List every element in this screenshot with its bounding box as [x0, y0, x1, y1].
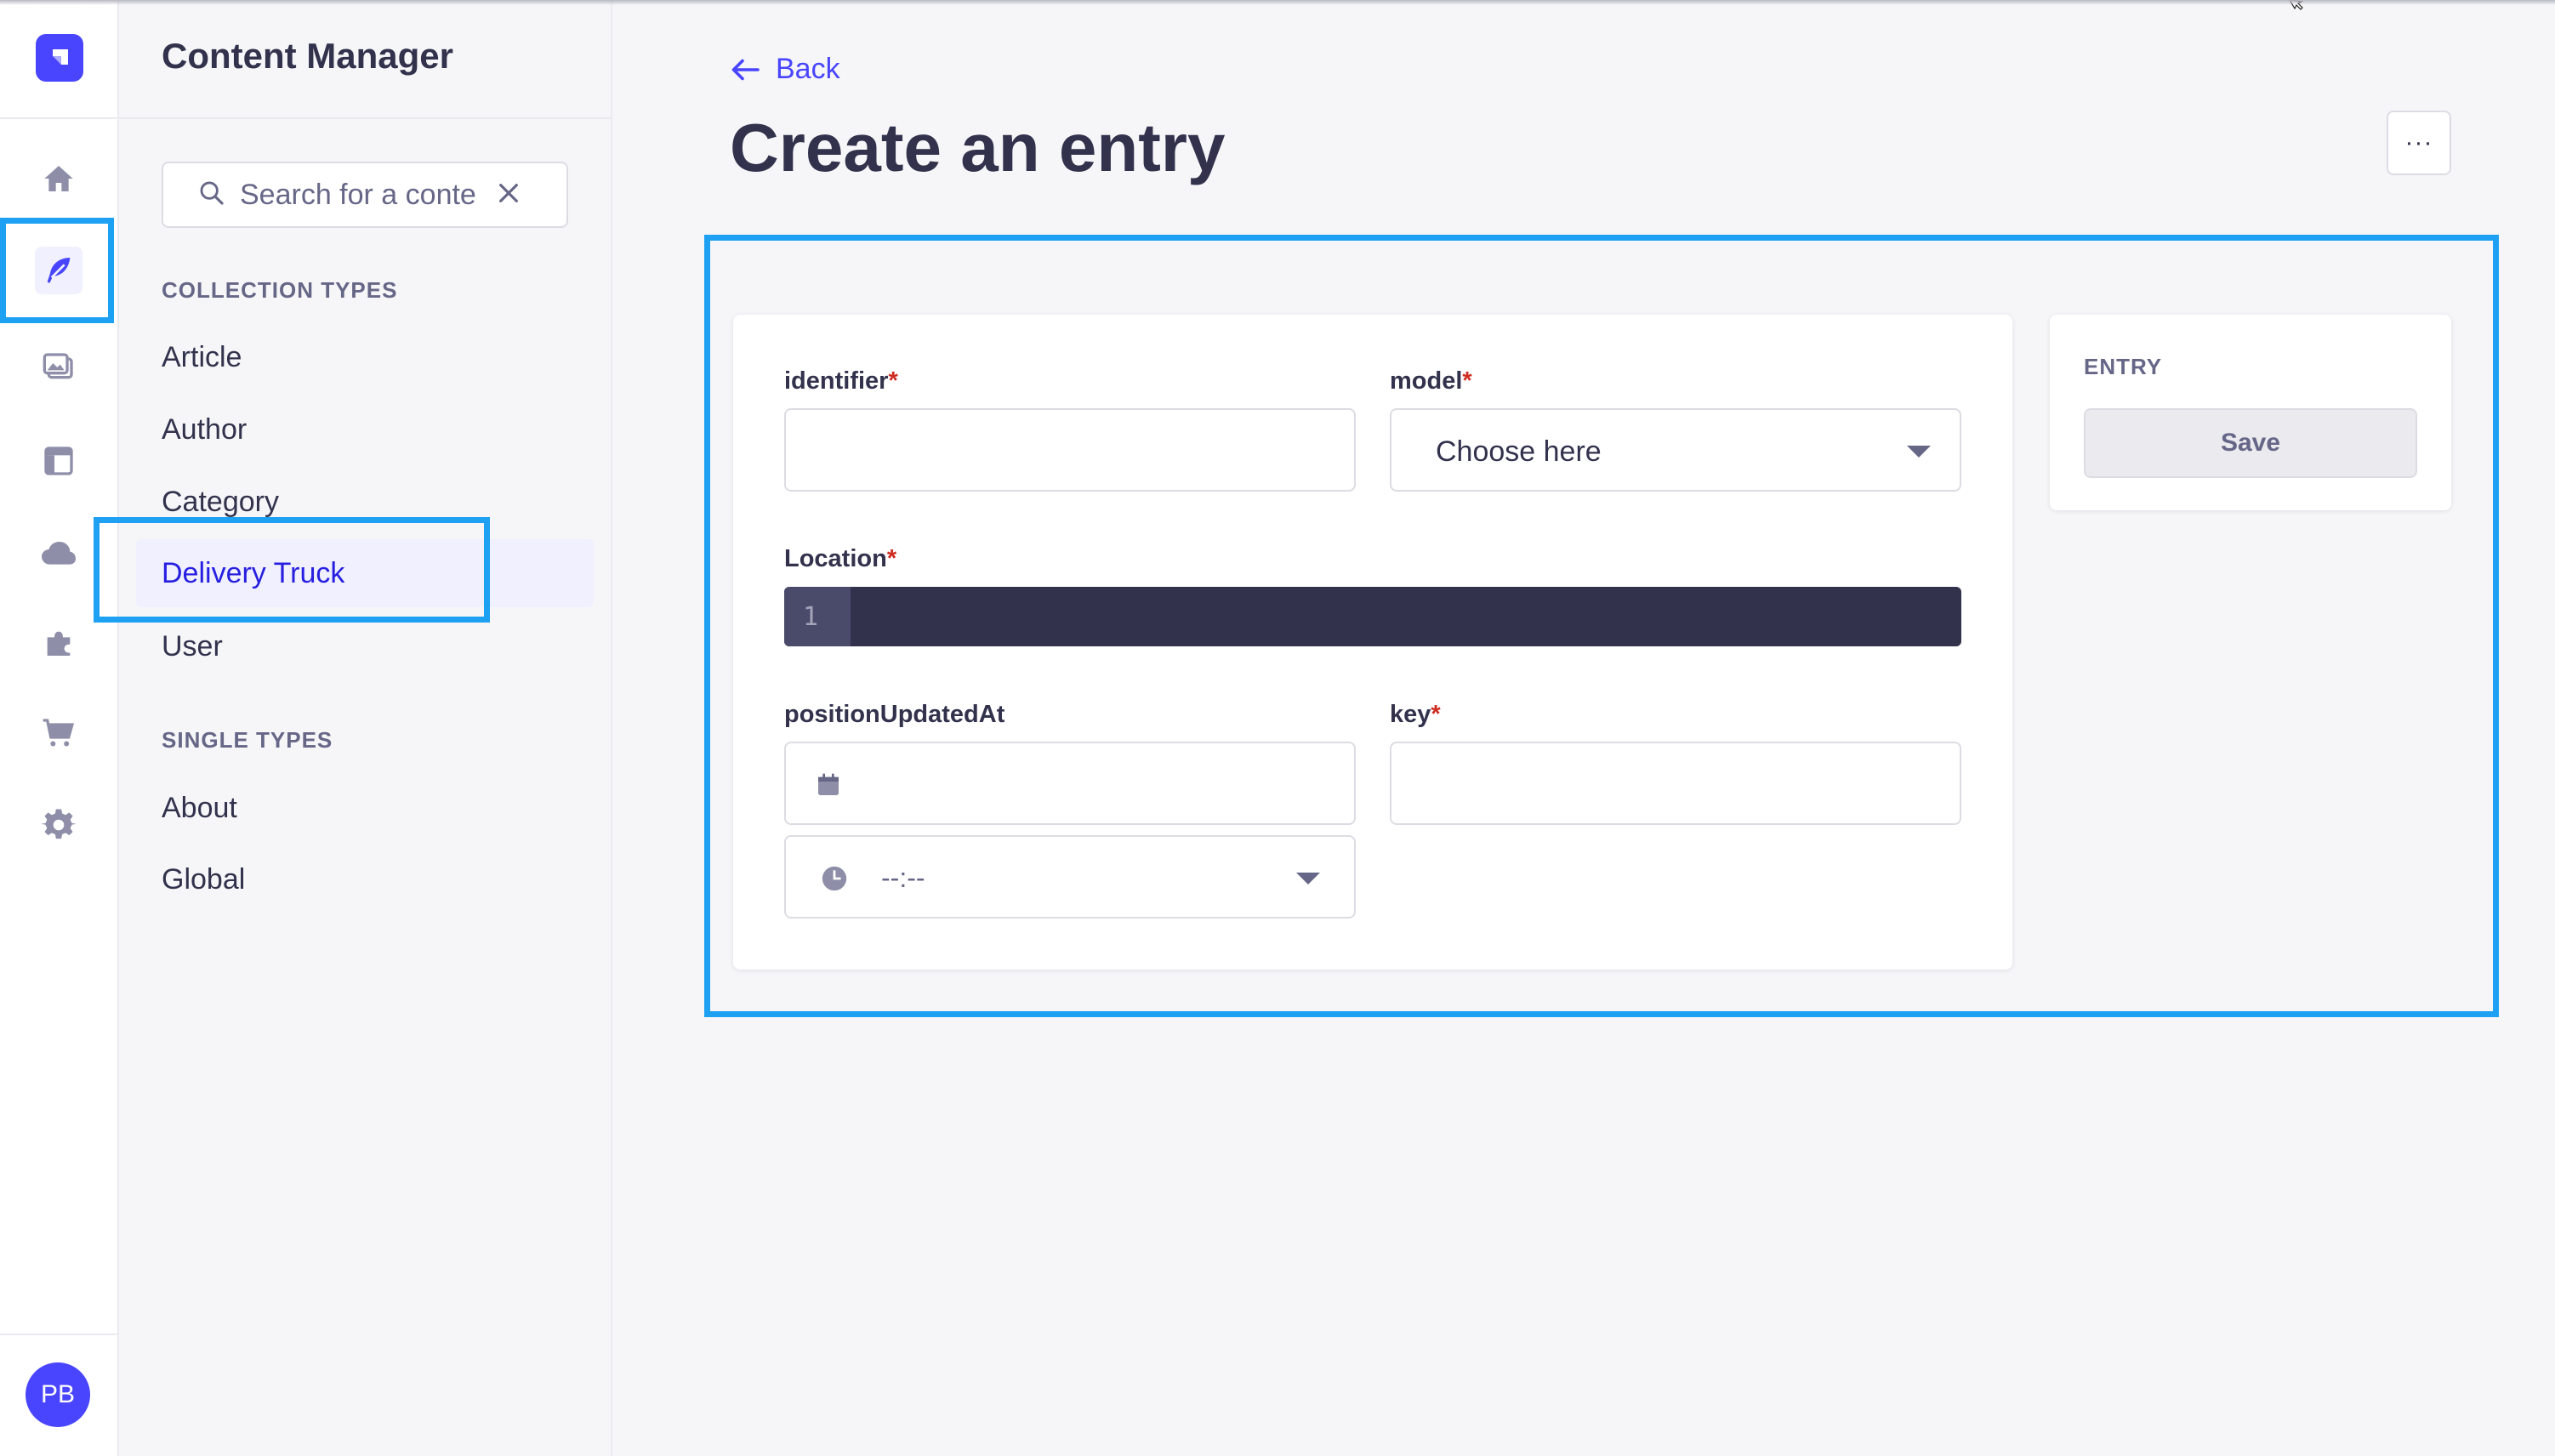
collection-types-heading: COLLECTION TYPES — [162, 277, 398, 303]
top-shadow — [0, 0, 2555, 5]
logo-area — [0, 0, 117, 119]
clear-search-icon[interactable] — [495, 179, 522, 211]
app-logo-icon[interactable] — [36, 34, 83, 82]
search-box — [162, 162, 568, 228]
plugins-puzzle-icon[interactable] — [35, 619, 83, 667]
media-library-icon[interactable] — [35, 344, 83, 391]
cloud-icon[interactable] — [35, 531, 83, 578]
search-icon — [197, 179, 226, 212]
back-label: Back — [776, 53, 840, 85]
sidebar-title: Content Manager — [162, 36, 454, 76]
page-title: Create an entry — [730, 110, 1226, 185]
arrow-left-icon — [731, 59, 760, 80]
home-icon[interactable] — [35, 155, 83, 202]
search-input[interactable] — [238, 177, 480, 213]
more-actions-button[interactable]: ··· — [2387, 111, 2451, 175]
sidebar-item-global[interactable]: Global — [136, 845, 594, 913]
annotation-highlight-nav — [0, 218, 114, 323]
user-area: PB — [0, 1334, 117, 1456]
sidebar-item-about[interactable]: About — [136, 774, 594, 842]
annotation-highlight-sidebar-item — [94, 517, 490, 623]
marketplace-cart-icon[interactable] — [35, 709, 83, 757]
avatar[interactable]: PB — [26, 1362, 90, 1427]
single-types-heading: SINGLE TYPES — [162, 727, 333, 753]
content-manager-sidebar: Content Manager COLLECTION TYPES Article… — [119, 0, 612, 1456]
settings-gear-icon[interactable] — [35, 801, 83, 849]
content-type-builder-icon[interactable] — [35, 437, 83, 485]
annotation-highlight-form — [704, 235, 2499, 1017]
sidebar-item-article[interactable]: Article — [136, 323, 594, 391]
sidebar-item-author[interactable]: Author — [136, 395, 594, 464]
back-link[interactable]: Back — [730, 53, 840, 86]
sidebar-item-user[interactable]: User — [136, 612, 594, 680]
sidebar-header: Content Manager — [119, 0, 611, 119]
